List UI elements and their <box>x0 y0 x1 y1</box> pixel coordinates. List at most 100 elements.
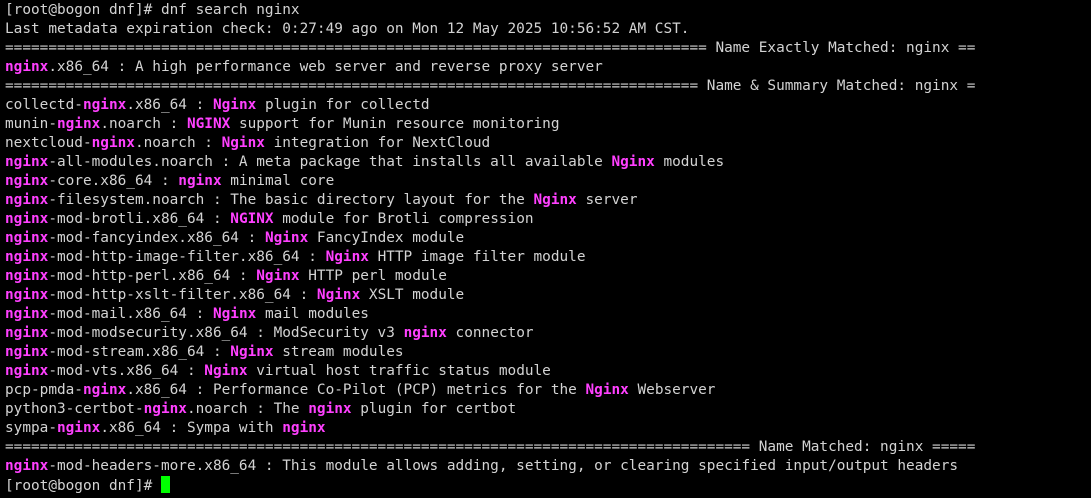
match-highlight: Nginx <box>325 249 369 265</box>
match-highlight: nginx <box>5 268 49 284</box>
match-highlight: nginx <box>5 344 49 360</box>
line-text: Webserver <box>628 382 716 398</box>
output-line: nginx-mod-http-perl.x86_64 : Nginx HTTP … <box>5 267 1091 286</box>
output-line: sympa-nginx.x86_64 : Sympa with nginx <box>5 419 1091 438</box>
line-text: server <box>576 192 638 208</box>
output-line: nginx-mod-http-xslt-filter.x86_64 : Ngin… <box>5 286 1091 305</box>
line-text: -mod-http-xslt-filter.x86_64 : <box>48 287 317 303</box>
output-line: nginx-all-modules.noarch : A meta packag… <box>5 153 1091 172</box>
match-highlight: nginx <box>56 116 101 132</box>
line-text: [root@bogon dnf]# dnf search nginx <box>5 2 300 18</box>
line-text: -filesystem.noarch : The basic directory… <box>48 192 534 208</box>
line-text: .noarch : The <box>186 401 309 417</box>
output-line: nextcloud-nginx.noarch : Nginx integrati… <box>5 134 1091 153</box>
line-text: munin- <box>5 116 57 132</box>
line-text: plugin for certbot <box>351 401 517 417</box>
line-text: ========================================… <box>5 78 976 94</box>
match-highlight: nginx <box>5 173 49 189</box>
match-highlight: nginx <box>178 173 222 189</box>
line-text: mail modules <box>256 306 369 322</box>
line-text: HTTP perl module <box>299 268 447 284</box>
output-line: ========================================… <box>5 39 1091 58</box>
line-text: -core.x86_64 : <box>48 173 179 189</box>
match-highlight: nginx <box>5 458 49 474</box>
line-text: ========================================… <box>5 40 976 56</box>
match-highlight: nginx <box>143 401 187 417</box>
output-line: nginx-filesystem.noarch : The basic dire… <box>5 191 1091 210</box>
match-highlight: nginx <box>5 249 49 265</box>
match-highlight: nginx <box>82 382 127 398</box>
match-highlight: Nginx <box>256 268 300 284</box>
line-text: -mod-vts.x86_64 : <box>48 363 205 379</box>
output-line: nginx-mod-fancyindex.x86_64 : Nginx Fanc… <box>5 229 1091 248</box>
line-text: -mod-http-image-filter.x86_64 : <box>48 249 326 265</box>
line-text: -mod-modsecurity.x86_64 : ModSecurity v3 <box>48 325 404 341</box>
line-text: .noarch : <box>100 116 187 132</box>
match-highlight: Nginx <box>611 154 655 170</box>
match-highlight: nginx <box>82 97 127 113</box>
terminal-window[interactable]: [root@bogon dnf]# dnf search nginx Last m… <box>0 0 1091 498</box>
output-line: pcp-pmda-nginx.x86_64 : Performance Co-P… <box>5 381 1091 400</box>
match-highlight: Nginx <box>585 382 629 398</box>
line-text: connector <box>446 325 534 341</box>
line-text: support for Munin resource monitoring <box>230 116 560 132</box>
line-text: -all-modules.noarch : A meta package tha… <box>48 154 612 170</box>
line-text: modules <box>654 154 725 170</box>
output-line: nginx-mod-headers-more.x86_64 : This mod… <box>5 457 1091 476</box>
line-text: Last metadata expiration check: 0:27:49 … <box>5 21 690 37</box>
line-text: plugin for collectd <box>256 97 430 113</box>
line-text: .x86_64 : Performance Co-Pilot (PCP) met… <box>126 382 586 398</box>
line-text: nextcloud- <box>5 135 92 151</box>
line-text: sympa- <box>5 420 57 436</box>
line-text: module for Brotli compression <box>273 211 534 227</box>
line-text: -mod-headers-more.x86_64 : This module a… <box>48 458 959 474</box>
match-highlight: Nginx <box>230 344 274 360</box>
output-line: nginx-mod-vts.x86_64 : Nginx virtual hos… <box>5 362 1091 381</box>
prompt-line[interactable]: [root@bogon dnf]# <box>5 476 1091 495</box>
match-highlight: Nginx <box>204 363 248 379</box>
match-highlight: nginx <box>5 230 49 246</box>
match-highlight: Nginx <box>221 135 265 151</box>
match-highlight: NGINX <box>230 211 274 227</box>
line-text: .noarch : <box>134 135 222 151</box>
line-text: HTTP image filter module <box>368 249 586 265</box>
line-text: -mod-mail.x86_64 : <box>48 306 213 322</box>
output-line: Last metadata expiration check: 0:27:49 … <box>5 20 1091 39</box>
output-line: python3-certbot-nginx.noarch : The nginx… <box>5 400 1091 419</box>
output-line: nginx-mod-brotli.x86_64 : NGINX module f… <box>5 210 1091 229</box>
output-line: nginx-mod-http-image-filter.x86_64 : Ngi… <box>5 248 1091 267</box>
line-text: virtual host traffic status module <box>247 363 551 379</box>
terminal-cursor <box>160 476 170 493</box>
match-highlight: Nginx <box>264 230 309 246</box>
output-line: ========================================… <box>5 438 1091 457</box>
match-highlight: nginx <box>5 211 49 227</box>
output-line: collectd-nginx.x86_64 : Nginx plugin for… <box>5 96 1091 115</box>
line-text: integration for NextCloud <box>264 135 491 151</box>
line-text: collectd- <box>5 97 83 113</box>
line-text: FancyIndex module <box>308 230 465 246</box>
terminal-output: [root@bogon dnf]# dnf search nginx Last m… <box>5 1 1091 476</box>
output-line: nginx-core.x86_64 : nginx minimal core <box>5 172 1091 191</box>
match-highlight: Nginx <box>316 287 361 303</box>
line-text: -mod-brotli.x86_64 : <box>48 211 231 227</box>
match-highlight: Nginx <box>212 306 257 322</box>
match-highlight: Nginx <box>533 192 577 208</box>
match-highlight: nginx <box>5 154 49 170</box>
match-highlight: nginx <box>91 135 135 151</box>
output-line: nginx-mod-stream.x86_64 : Nginx stream m… <box>5 343 1091 362</box>
match-highlight: nginx <box>5 325 49 341</box>
output-line: nginx.x86_64 : A high performance web se… <box>5 58 1091 77</box>
line-text: .x86_64 : Sympa with <box>100 420 283 436</box>
line-text: pcp-pmda- <box>5 382 83 398</box>
match-highlight: nginx <box>5 306 49 322</box>
line-text: ========================================… <box>5 439 976 455</box>
output-line: munin-nginx.noarch : NGINX support for M… <box>5 115 1091 134</box>
shell-prompt: [root@bogon dnf]# <box>5 478 161 494</box>
match-highlight: nginx <box>5 287 49 303</box>
command-line: [root@bogon dnf]# dnf search nginx <box>5 1 1091 20</box>
line-text: -mod-fancyindex.x86_64 : <box>48 230 265 246</box>
line-text: XSLT module <box>360 287 465 303</box>
line-text: -mod-stream.x86_64 : <box>48 344 231 360</box>
match-highlight: nginx <box>56 420 101 436</box>
output-line: nginx-mod-modsecurity.x86_64 : ModSecuri… <box>5 324 1091 343</box>
